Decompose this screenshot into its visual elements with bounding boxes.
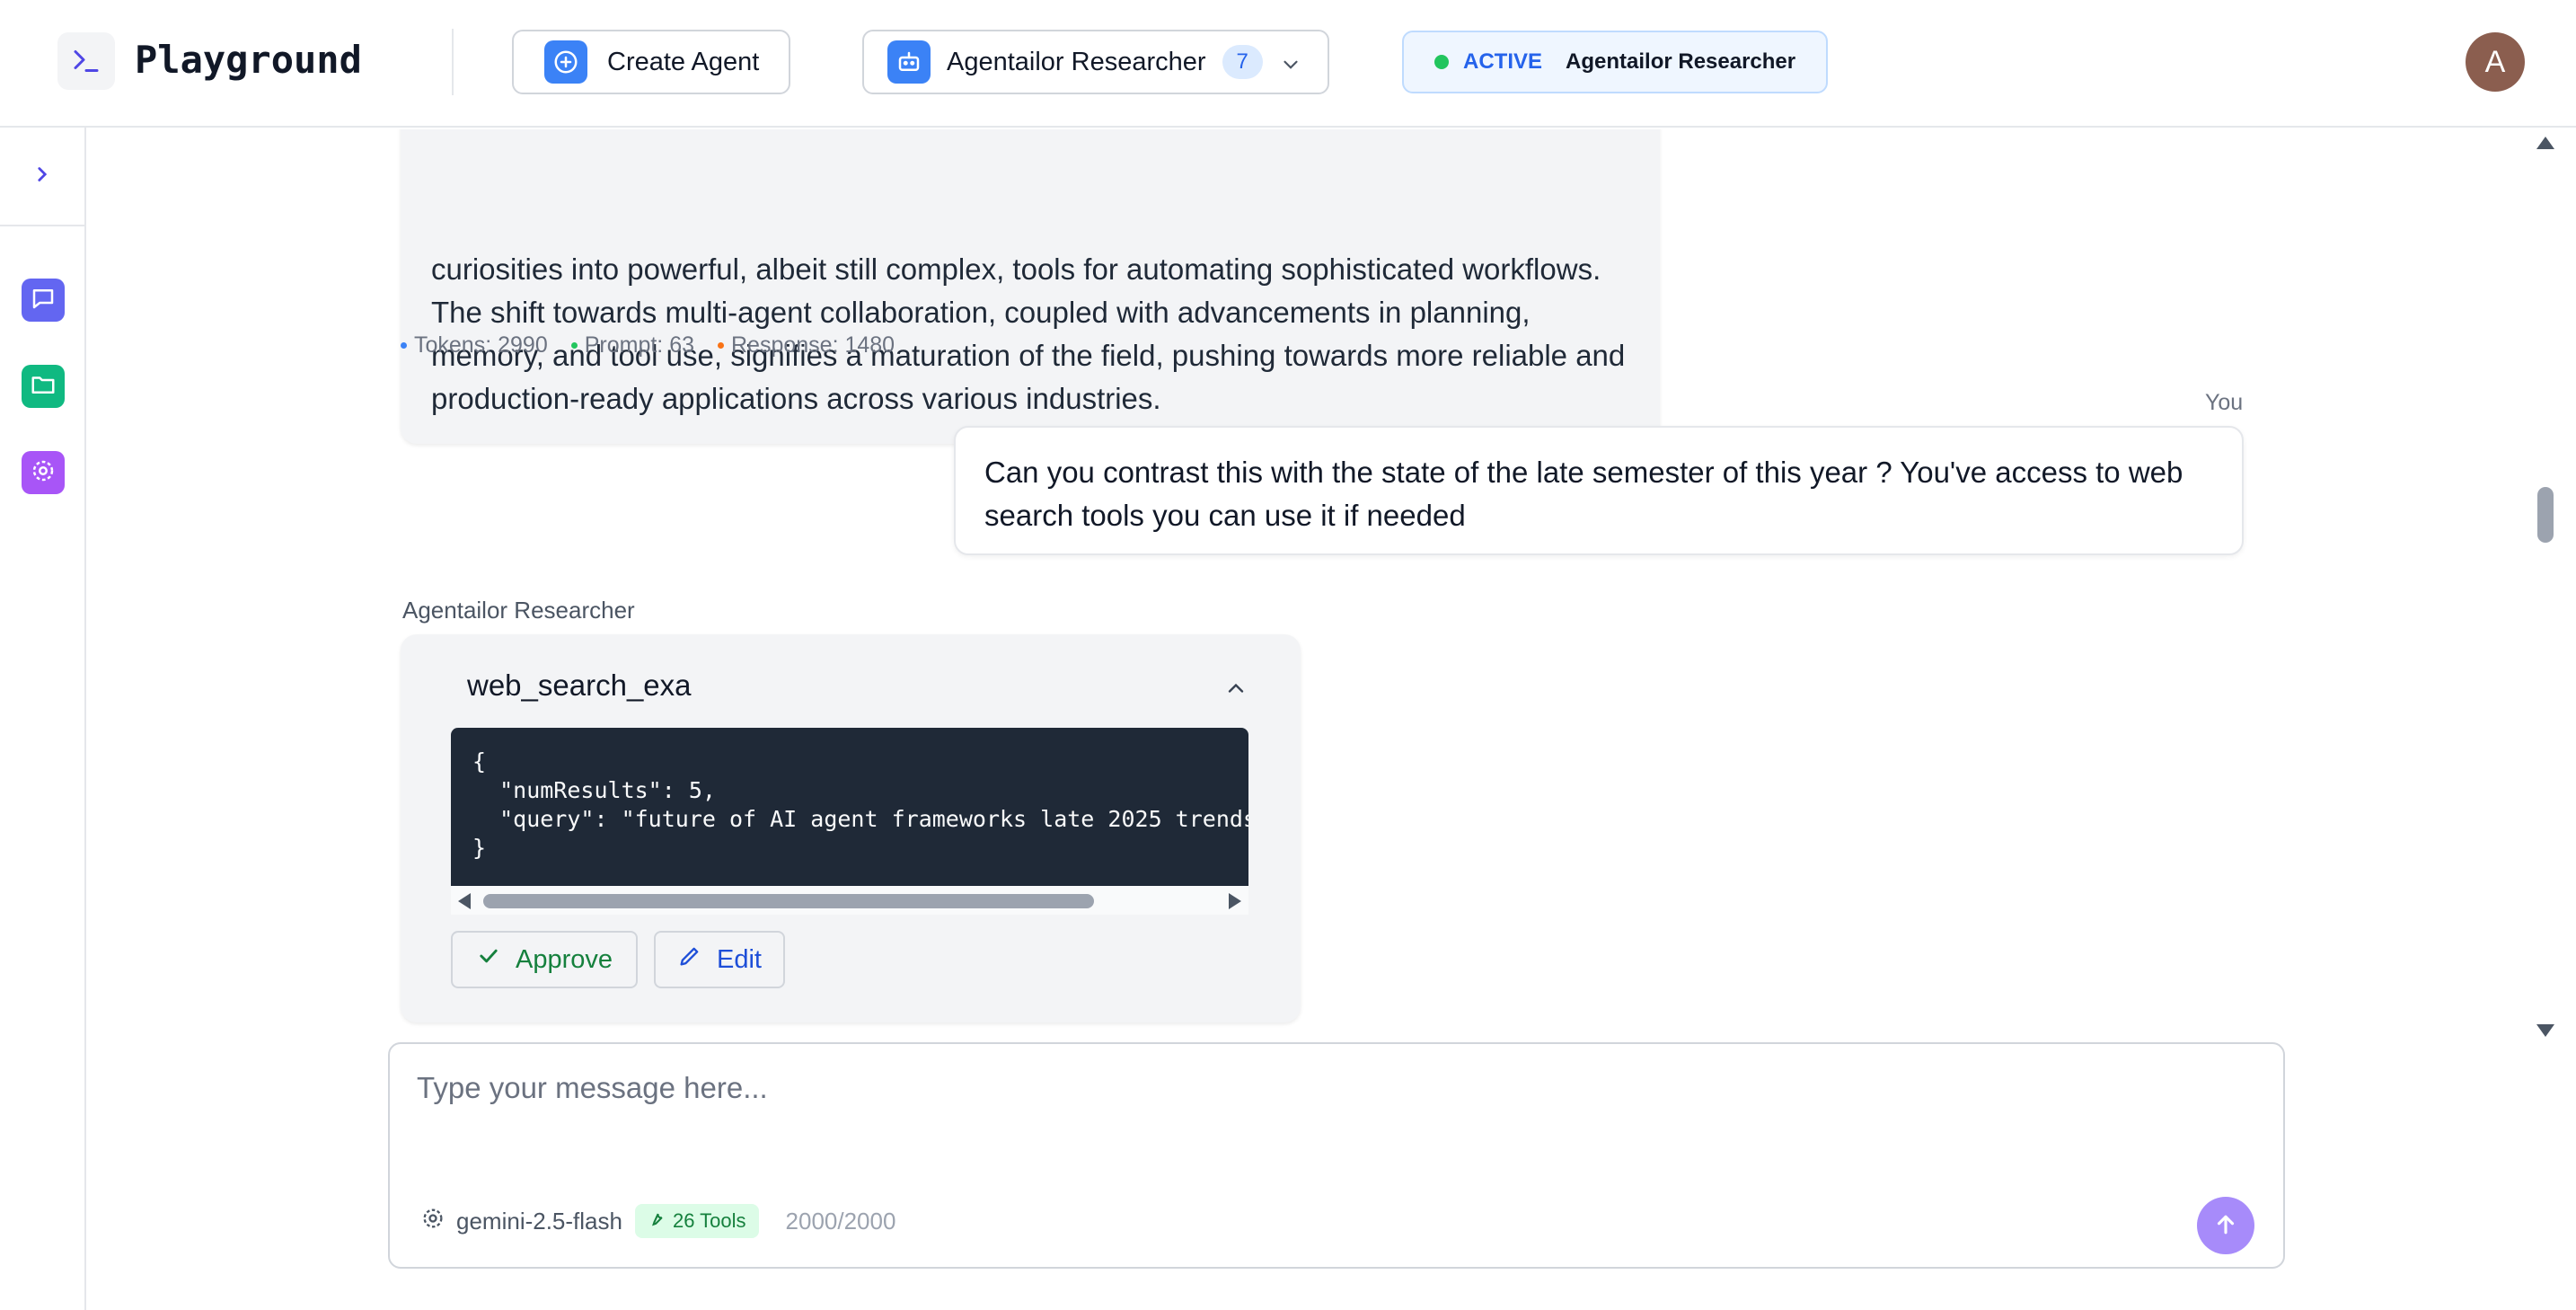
agent-count-badge: 7 xyxy=(1222,45,1263,79)
status-agent-name: Agentailor Researcher xyxy=(1566,49,1796,74)
prompt-stat: Prompt: 63 xyxy=(570,332,694,358)
tool-call-card: web_search_exa { "numResults": 5, "query… xyxy=(401,634,1301,1022)
scroll-down-icon[interactable] xyxy=(2536,1024,2554,1037)
agent-label: Agentailor Researcher xyxy=(402,597,635,624)
approve-label: Approve xyxy=(515,944,613,974)
bot-icon xyxy=(887,40,931,84)
edit-button[interactable]: Edit xyxy=(654,931,785,988)
tool-name: web_search_exa xyxy=(467,668,692,702)
chat-vertical-scrollbar[interactable] xyxy=(2531,129,2560,1037)
user-label: You xyxy=(2205,390,2244,415)
tools-count: 26 Tools xyxy=(672,1209,746,1232)
chat-icon xyxy=(30,285,57,316)
terminal-logo-icon xyxy=(57,32,115,90)
sidebar-item-chat[interactable] xyxy=(22,279,65,322)
sidebar-expand-button[interactable] xyxy=(0,128,84,226)
sidebar xyxy=(0,128,86,1310)
model-name[interactable]: gemini-2.5-flash xyxy=(456,1208,622,1235)
code-horizontal-scrollbar[interactable] xyxy=(451,886,1248,915)
sidebar-item-files[interactable] xyxy=(22,365,65,408)
message-composer: gemini-2.5-flash 26 Tools 2000/2000 xyxy=(388,1042,2285,1269)
user-message: Can you contrast this with the state of … xyxy=(954,426,2244,555)
scroll-left-icon[interactable] xyxy=(458,893,471,909)
plus-circle-icon xyxy=(544,40,587,84)
pencil-icon xyxy=(677,943,702,976)
create-agent-label: Create Agent xyxy=(607,47,760,76)
status-dot xyxy=(1434,55,1449,69)
gear-icon xyxy=(30,457,57,489)
tokens-stat: Tokens: 2990 xyxy=(401,332,548,358)
sidebar-item-settings[interactable] xyxy=(22,451,65,494)
chevron-down-icon xyxy=(1279,53,1302,84)
status-state: ACTIVE xyxy=(1463,49,1543,74)
message-stats: Tokens: 2990 Prompt: 63 Response: 1480 xyxy=(401,332,895,358)
approve-button[interactable]: Approve xyxy=(451,931,638,988)
scroll-right-icon[interactable] xyxy=(1229,893,1241,909)
chevron-up-icon[interactable] xyxy=(1223,676,1248,705)
tools-badge[interactable]: 26 Tools xyxy=(634,1204,759,1238)
assistant-message: curiosities into powerful, albeit still … xyxy=(401,129,1660,444)
chat-thread[interactable]: curiosities into powerful, albeit still … xyxy=(88,129,2536,1028)
scroll-up-icon[interactable] xyxy=(2536,137,2554,149)
agent-selector-name: Agentailor Researcher xyxy=(947,47,1206,76)
check-icon xyxy=(476,943,501,976)
composer-footer: gemini-2.5-flash 26 Tools 2000/2000 xyxy=(420,1204,895,1238)
app-title: Playground xyxy=(135,38,362,82)
model-settings-icon[interactable] xyxy=(420,1206,446,1237)
wrench-icon xyxy=(648,1209,666,1233)
folder-icon xyxy=(30,371,57,403)
response-stat: Response: 1480 xyxy=(718,332,895,358)
arrow-up-icon xyxy=(2212,1211,2239,1241)
agent-selector[interactable]: Agentailor Researcher 7 xyxy=(862,30,1329,94)
avatar[interactable]: A xyxy=(2466,32,2525,92)
create-agent-button[interactable]: Create Agent xyxy=(512,30,790,94)
edit-label: Edit xyxy=(717,944,762,974)
chevron-right-icon xyxy=(31,163,54,190)
send-button[interactable] xyxy=(2197,1197,2254,1254)
scrollbar-thumb[interactable] xyxy=(483,894,1094,908)
header-divider xyxy=(452,29,454,95)
char-counter: 2000/2000 xyxy=(785,1207,896,1235)
message-input[interactable] xyxy=(417,1071,2249,1161)
scrollbar-thumb[interactable] xyxy=(2537,487,2554,543)
agent-status-badge: ACTIVE Agentailor Researcher xyxy=(1402,31,1828,93)
tool-arguments-code: { "numResults": 5, "query": "future of A… xyxy=(451,728,1248,886)
top-header: Playground Create Agent Agentailor Resea… xyxy=(0,0,2576,128)
